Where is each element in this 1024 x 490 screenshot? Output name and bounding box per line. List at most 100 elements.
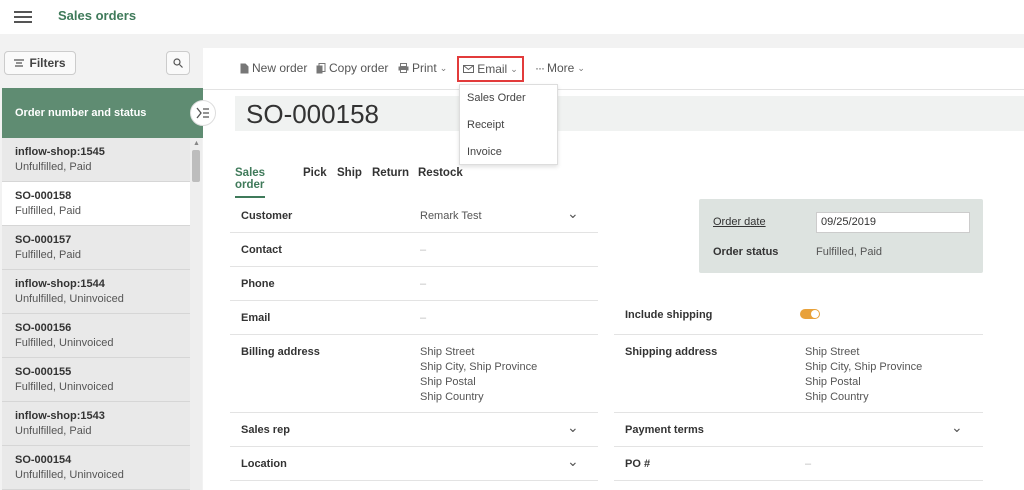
order-status-label: Order status: [713, 246, 779, 258]
order-list-panel: Filters Order number and status inflow-s…: [0, 40, 203, 490]
shipping-line: Ship Country: [805, 391, 869, 403]
contact-row[interactable]: Contact –: [230, 233, 598, 267]
document-icon: [240, 63, 249, 73]
menu-item-invoice[interactable]: Invoice: [460, 139, 557, 166]
billing-address-row[interactable]: Billing address Ship Street Ship City, S…: [230, 335, 598, 413]
collapse-panel-button[interactable]: [190, 100, 216, 126]
print-button[interactable]: Print ⌄: [398, 61, 447, 75]
chevron-down-icon: ⌄: [439, 62, 448, 73]
order-list-item[interactable]: SO-000154 Unfulfilled, Uninvoiced: [2, 446, 190, 490]
order-list-item[interactable]: SO-000157 Fulfilled, Paid: [2, 226, 190, 270]
contact-label: Contact: [241, 244, 282, 256]
scroll-thumb[interactable]: [192, 150, 200, 182]
email-field-label: Email: [241, 312, 271, 324]
order-number: SO-000158: [15, 190, 72, 202]
printer-icon: [398, 63, 409, 73]
tab-sales-order[interactable]: Sales order: [235, 167, 266, 198]
new-order-label: New order: [252, 61, 308, 75]
tab-return[interactable]: Return: [372, 167, 409, 179]
contact-value[interactable]: –: [420, 243, 426, 258]
payment-terms-row[interactable]: Payment terms ⌄: [614, 413, 983, 447]
chevron-down-icon[interactable]: ⌄: [567, 419, 579, 436]
order-number: inflow-shop:1544: [15, 278, 105, 290]
shipping-line: Ship Street: [805, 346, 860, 358]
include-shipping-label: Include shipping: [625, 309, 713, 321]
email-row[interactable]: Email –: [230, 301, 598, 335]
toggle-knob: [811, 310, 819, 318]
include-shipping-toggle[interactable]: [800, 309, 820, 319]
search-icon: [173, 58, 183, 68]
list-header: Order number and status: [2, 88, 203, 138]
order-number: SO-000155: [15, 366, 72, 378]
order-number: SO-000154: [15, 454, 72, 466]
print-label: Print: [412, 61, 437, 75]
billing-address-value[interactable]: Ship Street Ship City, Ship Province Shi…: [420, 345, 537, 405]
sales-rep-label: Sales rep: [241, 424, 290, 436]
customer-label: Customer: [241, 210, 293, 222]
location-row[interactable]: Location ⌄: [230, 447, 598, 481]
sales-rep-row[interactable]: Sales rep ⌄: [230, 413, 598, 447]
billing-line: Ship Postal: [420, 376, 476, 388]
more-dots-icon: ···: [535, 61, 545, 75]
billing-line: Ship Country: [420, 391, 484, 403]
order-number: SO-000157: [15, 234, 72, 246]
order-status: Unfulfilled, Uninvoiced: [15, 293, 124, 305]
order-list-item[interactable]: SO-000156 Fulfilled, Uninvoiced: [2, 314, 190, 358]
po-row[interactable]: PO # –: [614, 447, 983, 481]
order-summary-box: Order date 09/25/2019 Order status Fulfi…: [699, 199, 983, 273]
email-value[interactable]: –: [420, 311, 426, 326]
chevron-down-icon[interactable]: ⌄: [951, 419, 963, 436]
shipping-line: Ship City, Ship Province: [805, 361, 923, 373]
order-list-item[interactable]: inflow-shop:1543 Unfulfilled, Paid: [2, 402, 190, 446]
email-label: Email: [477, 62, 508, 76]
po-value[interactable]: –: [805, 457, 811, 472]
customer-row[interactable]: Customer Remark Test ⌄: [230, 199, 598, 233]
email-button[interactable]: Email ⌄: [457, 56, 524, 82]
more-button[interactable]: ··· More ⌄: [535, 61, 585, 75]
copy-order-button[interactable]: Copy order: [316, 61, 388, 75]
search-button[interactable]: [166, 51, 190, 75]
order-status-value: Fulfilled, Paid: [816, 246, 883, 258]
more-label: More: [547, 61, 575, 75]
copy-icon: [316, 62, 326, 73]
phone-value[interactable]: –: [420, 277, 426, 292]
customer-value[interactable]: Remark Test: [420, 209, 482, 224]
envelope-icon: [463, 65, 475, 73]
tab-ship[interactable]: Ship: [337, 167, 362, 179]
filter-icon: [14, 59, 25, 67]
tab-restock[interactable]: Restock: [418, 167, 463, 179]
shipping-address-row[interactable]: Shipping address Ship Street Ship City, …: [614, 335, 983, 413]
order-number: SO-000156: [15, 322, 72, 334]
scroll-up-icon[interactable]: ▲: [193, 140, 200, 147]
phone-row[interactable]: Phone –: [230, 267, 598, 301]
order-list-scrollbar[interactable]: ▲: [190, 138, 202, 490]
order-date-label[interactable]: Order date: [713, 216, 766, 228]
order-status: Unfulfilled, Uninvoiced: [15, 469, 124, 481]
menu-item-sales-order[interactable]: Sales Order: [460, 85, 557, 112]
hamburger-menu-icon[interactable]: [14, 9, 32, 25]
order-date-field[interactable]: 09/25/2019: [816, 212, 970, 233]
payment-terms-label: Payment terms: [625, 424, 704, 436]
chevron-down-icon: ⌄: [510, 63, 518, 74]
tab-pick[interactable]: Pick: [303, 167, 327, 179]
order-list-item[interactable]: SO-000155 Fulfilled, Uninvoiced: [2, 358, 190, 402]
order-list-item[interactable]: inflow-shop:1544 Unfulfilled, Uninvoiced: [2, 270, 190, 314]
filters-button[interactable]: Filters: [4, 51, 76, 75]
order-status: Unfulfilled, Paid: [15, 425, 92, 437]
chevron-down-icon[interactable]: ⌄: [567, 205, 579, 222]
shipping-address-value[interactable]: Ship Street Ship City, Ship Province Shi…: [805, 345, 922, 405]
toolbar: New order Copy order Print ⌄ Email ⌄ ···…: [203, 48, 1024, 90]
order-number: inflow-shop:1545: [15, 146, 105, 158]
new-order-button[interactable]: New order: [240, 61, 307, 75]
copy-order-label: Copy order: [329, 61, 389, 75]
location-label: Location: [241, 458, 287, 470]
order-detail: New order Copy order Print ⌄ Email ⌄ ···…: [203, 48, 1024, 490]
order-list-item[interactable]: inflow-shop:1545 Unfulfilled, Paid: [2, 138, 190, 182]
menu-item-receipt[interactable]: Receipt: [460, 112, 557, 139]
po-label: PO #: [625, 458, 651, 470]
filters-label: Filters: [29, 56, 66, 70]
chevron-down-icon[interactable]: ⌄: [567, 453, 579, 470]
order-list-item[interactable]: SO-000158 Fulfilled, Paid: [2, 182, 190, 226]
phone-label: Phone: [241, 278, 275, 290]
shipping-address-label: Shipping address: [625, 346, 718, 358]
